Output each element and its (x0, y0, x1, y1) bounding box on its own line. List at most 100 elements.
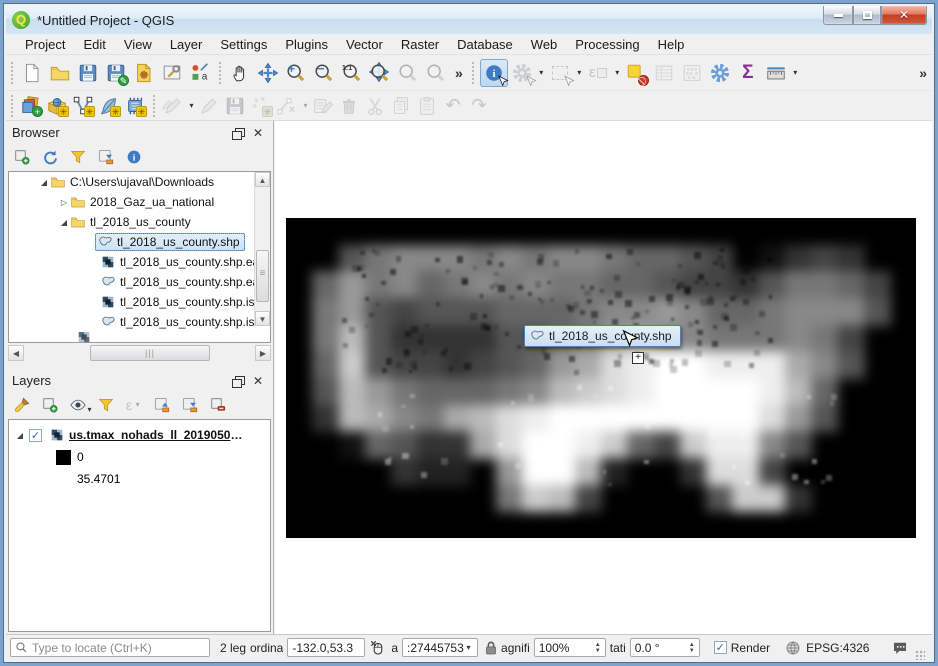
open-attribute-table-button[interactable] (650, 59, 678, 87)
tree-item-downloads[interactable]: ◢ C:\Users\ujaval\Downloads (9, 172, 270, 192)
expand-all-button[interactable] (150, 394, 174, 416)
browser-float-button[interactable] (228, 125, 246, 141)
rotation-spinbox[interactable]: 0.0 ° ▲▼ (630, 638, 700, 657)
field-calculator-button[interactable] (678, 59, 706, 87)
run-feature-action-button[interactable] (508, 59, 536, 87)
select-features-dropdown-icon[interactable]: ▾ (575, 68, 584, 77)
add-group-button[interactable] (38, 394, 62, 416)
filter-by-expression-button[interactable]: ε▾ (122, 394, 146, 416)
new-virtual-layer-button[interactable]: ✳ (122, 94, 148, 118)
measure-dropdown-icon[interactable]: ▾ (791, 68, 800, 77)
toolbar-overflow-icon[interactable]: » (450, 65, 468, 81)
scrollbar-thumb[interactable]: ||| (90, 345, 210, 361)
processing-toolbox-button[interactable] (706, 59, 734, 87)
browser-refresh-button[interactable] (38, 146, 62, 168)
browser-properties-button[interactable] (122, 146, 146, 168)
spinner-buttons[interactable]: ▲▼ (685, 642, 695, 654)
menu-settings[interactable]: Settings (211, 35, 276, 54)
toggle-editing-button[interactable] (196, 94, 222, 118)
map-canvas[interactable]: tl_2018_us_county.shp + (275, 121, 932, 634)
save-project-as-button[interactable]: ✎ (102, 59, 130, 87)
filter-legend-button[interactable] (94, 394, 118, 416)
zoom-native-button[interactable]: 1:1 (338, 59, 366, 87)
new-print-layout-button[interactable] (130, 59, 158, 87)
copy-features-button[interactable] (388, 94, 414, 118)
paste-features-button[interactable] (414, 94, 440, 118)
resize-grip[interactable] (915, 650, 925, 660)
current-edits-button[interactable] (160, 94, 186, 118)
vertex-tool-button[interactable] (274, 94, 300, 118)
menu-raster[interactable]: Raster (392, 35, 448, 54)
minimize-button[interactable] (823, 6, 853, 25)
new-project-button[interactable] (18, 59, 46, 87)
select-features-button[interactable] (546, 59, 574, 87)
feature-action-dropdown-icon[interactable]: ▾ (537, 68, 546, 77)
menu-edit[interactable]: Edit (74, 35, 114, 54)
toolbar-grip[interactable] (9, 95, 14, 117)
crs-globe-icon[interactable] (784, 639, 802, 657)
zoom-next-button[interactable] (422, 59, 450, 87)
zoom-out-button[interactable]: − (310, 59, 338, 87)
crs-value[interactable]: EPSG:4326 (806, 641, 869, 655)
expanded-arrow-icon[interactable]: ◢ (59, 218, 69, 227)
data-source-manager-button[interactable]: + (18, 94, 44, 118)
current-edits-dropdown-icon[interactable]: ▾ (187, 101, 196, 110)
menu-view[interactable]: View (115, 35, 161, 54)
select-by-expression-button[interactable]: ε (584, 59, 612, 87)
manage-map-themes-button[interactable]: ▾ (66, 394, 90, 416)
collapsed-arrow-icon[interactable]: ▷ (59, 198, 69, 207)
scroll-right-icon[interactable]: ▶ (255, 345, 271, 361)
expanded-arrow-icon[interactable]: ◢ (15, 431, 25, 440)
new-spatialite-button[interactable]: ✳ (96, 94, 122, 118)
menu-project[interactable]: Project (16, 35, 74, 54)
tree-item-partial[interactable] (9, 332, 270, 342)
zoom-in-button[interactable]: + (282, 59, 310, 87)
scale-dropdown-icon[interactable]: ▾ (464, 643, 473, 652)
render-checkbox[interactable]: ✓ (714, 641, 727, 654)
menu-web[interactable]: Web (522, 35, 567, 54)
browser-vertical-scrollbar[interactable]: ▲ ▼ (254, 172, 270, 326)
maximize-button[interactable] (853, 6, 881, 25)
vertex-tool-dropdown-icon[interactable]: ▾ (301, 101, 310, 110)
toolbar-overflow-icon[interactable]: » (914, 65, 932, 81)
lock-scale-icon[interactable] (482, 639, 497, 657)
menu-vector[interactable]: Vector (337, 35, 392, 54)
expanded-arrow-icon[interactable]: ◢ (39, 178, 49, 187)
scroll-left-icon[interactable]: ◀ (8, 345, 24, 361)
save-edits-button[interactable] (222, 94, 248, 118)
menu-processing[interactable]: Processing (566, 35, 648, 54)
toolbar-grip[interactable] (151, 95, 156, 117)
cut-features-button[interactable] (362, 94, 388, 118)
toolbar-grip[interactable] (217, 62, 222, 84)
close-button[interactable]: ✕ (881, 6, 927, 25)
pan-map-button[interactable] (226, 59, 254, 87)
scrollbar-thumb[interactable] (256, 250, 269, 302)
modify-attributes-button[interactable] (310, 94, 336, 118)
remove-layer-button[interactable] (206, 394, 230, 416)
save-project-button[interactable] (74, 59, 102, 87)
menu-layer[interactable]: Layer (161, 35, 212, 54)
browser-close-button[interactable]: ✕ (249, 125, 267, 141)
tree-item-shp-ea-vector[interactable]: tl_2018_us_county.shp.ea (9, 272, 270, 292)
menu-help[interactable]: Help (649, 35, 694, 54)
toolbar-grip[interactable] (9, 62, 14, 84)
open-layer-styling-button[interactable] (10, 394, 34, 416)
spinner-buttons[interactable]: ▲▼ (591, 642, 601, 654)
tree-item-county-folder[interactable]: ◢ tl_2018_us_county (9, 212, 270, 232)
scroll-up-icon[interactable]: ▲ (255, 172, 270, 187)
zoom-last-button[interactable] (394, 59, 422, 87)
delete-selected-button[interactable] (336, 94, 362, 118)
menu-plugins[interactable]: Plugins (276, 35, 337, 54)
identify-features-button[interactable] (480, 59, 508, 87)
select-expression-dropdown-icon[interactable]: ▾ (613, 68, 622, 77)
browser-add-selected-layers-button[interactable] (10, 146, 34, 168)
style-manager-button[interactable] (186, 59, 214, 87)
layer-visibility-checkbox[interactable]: ✓ (29, 429, 42, 442)
layers-float-button[interactable] (228, 373, 246, 389)
scroll-down-icon[interactable]: ▼ (255, 311, 270, 326)
browser-horizontal-scrollbar[interactable]: ◀ ||| ▶ (8, 345, 271, 361)
collapse-all-button[interactable] (178, 394, 202, 416)
undo-button[interactable]: ↶ (440, 94, 466, 118)
layer-item-tmax[interactable]: ◢ ✓ us.tmax_nohads_ll_20190501_fl... (9, 424, 270, 446)
expression-dropdown-icon[interactable]: ▾ (133, 400, 142, 409)
